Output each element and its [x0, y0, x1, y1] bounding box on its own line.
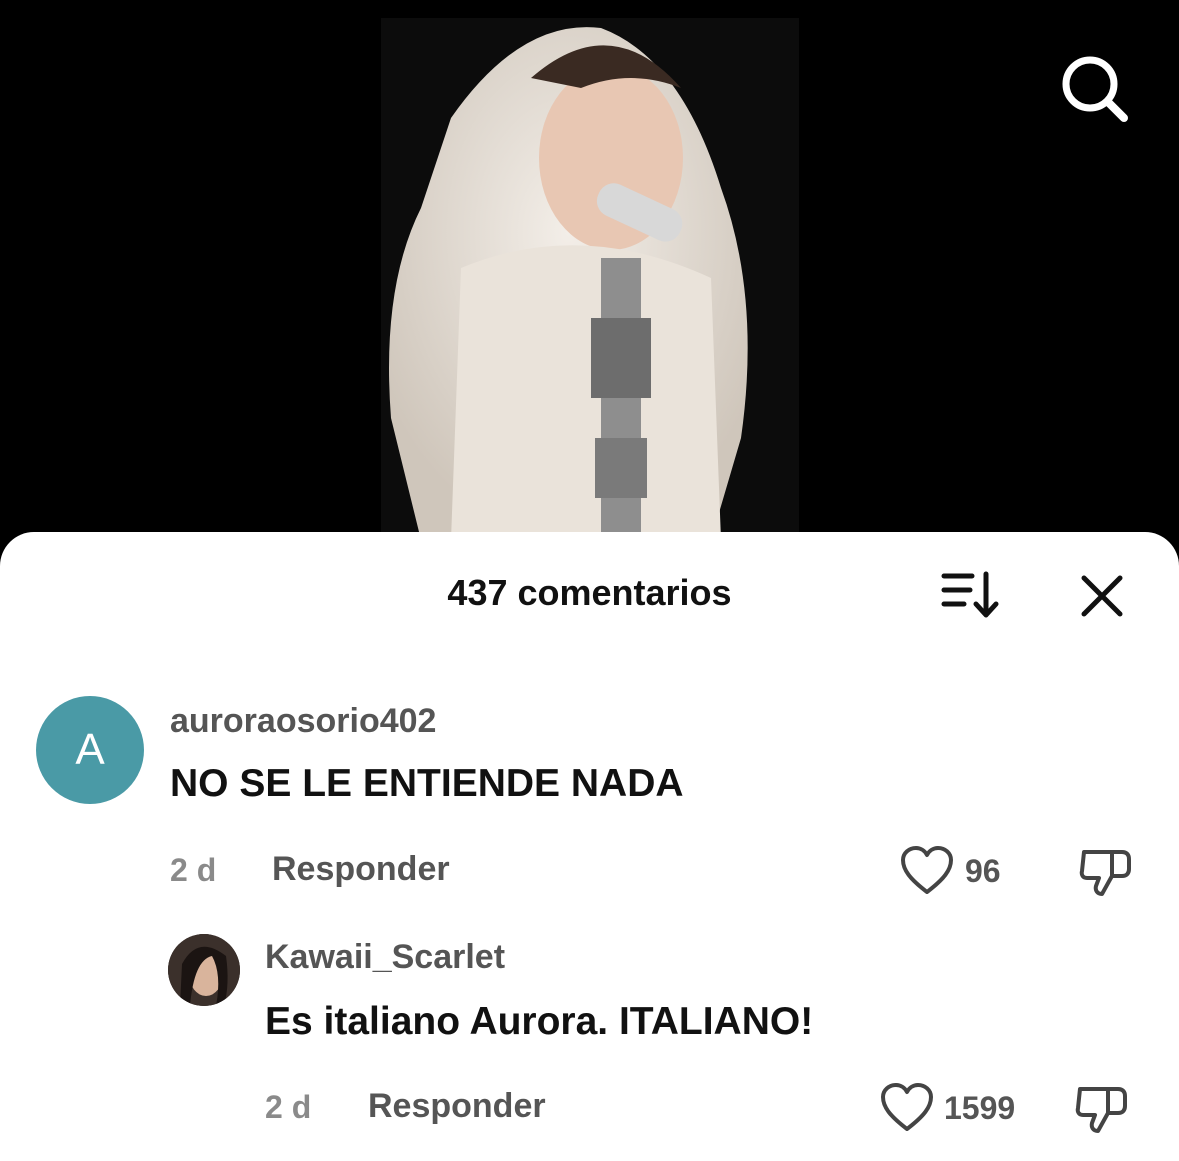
video-thumbnail [381, 18, 799, 540]
thumbs-down-icon [1079, 850, 1131, 896]
sort-button[interactable] [940, 570, 1000, 620]
comment-username[interactable]: Kawaii_Scarlet [265, 938, 505, 977]
like-count: 1599 [944, 1090, 1016, 1126]
search-button[interactable] [1058, 52, 1130, 124]
reply-button[interactable]: Responder [368, 1087, 546, 1126]
search-icon [1062, 56, 1128, 122]
close-icon [1081, 575, 1123, 617]
avatar[interactable]: A [36, 696, 144, 804]
close-button[interactable] [1078, 572, 1126, 620]
like-button[interactable] [880, 1083, 934, 1138]
video-player[interactable] [0, 0, 1179, 540]
like-count: 96 [965, 853, 1001, 889]
avatar[interactable] [168, 934, 240, 1006]
comment-timestamp: 2 d [265, 1089, 312, 1125]
heart-icon [881, 1083, 933, 1131]
reply-button[interactable]: Responder [272, 850, 450, 889]
comments-sheet: 437 comentarios A auroraosorio402 NO SE … [0, 532, 1179, 1161]
comments-count-title: 437 comentarios [447, 572, 732, 613]
dislike-button[interactable] [1074, 1081, 1130, 1142]
thumbs-down-icon [1075, 1087, 1127, 1133]
dislike-button[interactable] [1078, 844, 1134, 905]
like-button[interactable] [900, 846, 954, 901]
comment-timestamp: 2 d [170, 852, 217, 888]
comment-username[interactable]: auroraosorio402 [170, 702, 436, 741]
comment-text: NO SE LE ENTIENDE NADA [170, 762, 684, 805]
avatar-letter: A [75, 725, 105, 774]
heart-icon [901, 846, 953, 894]
sort-icon [941, 571, 999, 618]
comment-text: Es italiano Aurora. ITALIANO! [265, 1000, 814, 1043]
